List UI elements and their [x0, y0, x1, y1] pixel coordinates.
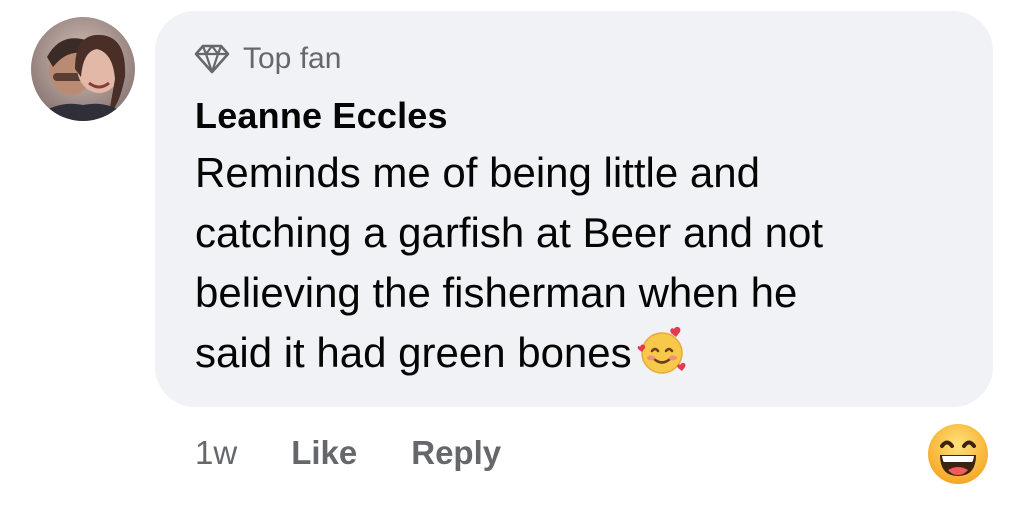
comment-text: Reminds me of being little and catching … [195, 143, 965, 383]
diamond-icon [194, 44, 230, 74]
badge-label: Top fan [243, 42, 342, 75]
comment-text-line: said it had green bones [195, 329, 632, 376]
comment-actions: 1w Like Reply [195, 430, 501, 476]
comment-author[interactable]: Leanne Eccles [195, 95, 448, 137]
comment-timestamp[interactable]: 1w [195, 434, 237, 472]
comment-bubble: Top fan Leanne Eccles Reminds me of bein… [155, 11, 993, 407]
comment-text-line: believing the fisherman when he [195, 269, 798, 316]
like-button[interactable]: Like [291, 434, 357, 472]
comment-text-line: catching a garfish at Beer and not [195, 209, 824, 256]
top-fan-badge[interactable]: Top fan [193, 41, 341, 77]
reply-button[interactable]: Reply [411, 434, 501, 472]
avatar[interactable] [31, 17, 135, 121]
grinning-face-icon[interactable] [926, 422, 990, 486]
avatar-photo [31, 17, 135, 121]
comment-text-line: Reminds me of being little and [195, 149, 760, 196]
smiling-face-with-hearts-icon [637, 326, 686, 374]
comment-text-line-last: said it had green bones [195, 323, 965, 383]
